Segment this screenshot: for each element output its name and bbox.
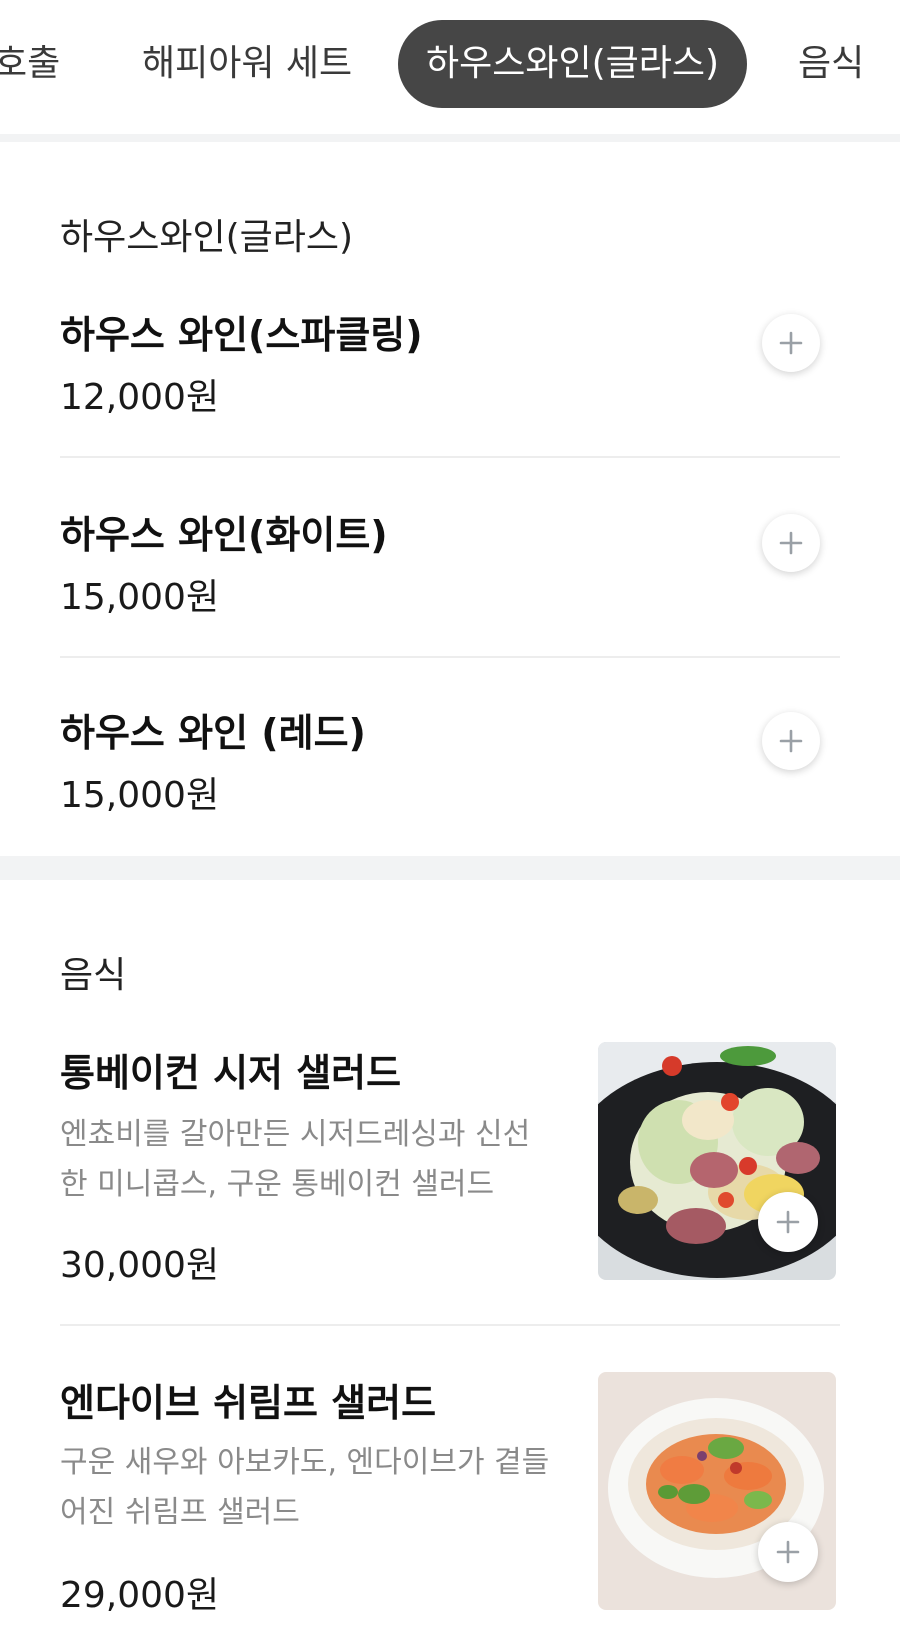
menu-item-price: 29,000원 <box>60 1575 220 1616</box>
tab-bar-divider <box>0 134 900 142</box>
plus-icon <box>779 729 803 753</box>
tab-food[interactable]: 음식 <box>798 20 864 108</box>
add-item-button[interactable] <box>762 314 820 372</box>
row-divider <box>60 1324 840 1326</box>
description-line: 엔쵸비를 갈아만든 시저드레싱과 신선 <box>60 1117 531 1152</box>
menu-item-price: 15,000원 <box>60 577 220 618</box>
category-tab-bar: 호출 해피아워 세트 하우스와인(글라스) 음식 <box>0 0 900 134</box>
plus-icon <box>776 1210 800 1234</box>
add-item-button[interactable] <box>762 514 820 572</box>
menu-item-description: 구운 새우와 아보카도, 엔다이브가 곁들 어진 쉬림프 샐러드 <box>60 1438 580 1538</box>
section-title-house-wine: 하우스와인(글라스) <box>60 217 354 258</box>
add-item-button[interactable] <box>758 1192 818 1252</box>
menu-item-price: 12,000원 <box>60 377 220 418</box>
menu-item-name[interactable]: 하우스 와인 (레드) <box>60 702 366 757</box>
tab-happy-hour-set[interactable]: 해피아워 세트 <box>142 20 352 108</box>
menu-item-name[interactable]: 하우스 와인(화이트) <box>60 504 388 559</box>
menu-item-name[interactable]: 통베이컨 시저 샐러드 <box>60 1042 401 1097</box>
row-divider <box>60 456 840 458</box>
tab-house-wine-glass[interactable]: 하우스와인(글라스) <box>398 20 748 108</box>
shrimp-salad-photo[interactable] <box>598 1372 836 1610</box>
section-separator <box>0 856 900 880</box>
tab-call[interactable]: 호출 <box>0 20 60 108</box>
plus-icon <box>776 1540 800 1564</box>
description-line: 구운 새우와 아보카도, 엔다이브가 곁들 <box>60 1445 550 1480</box>
plus-icon <box>779 331 803 355</box>
menu-item-price: 15,000원 <box>60 775 220 816</box>
add-item-button[interactable] <box>762 712 820 770</box>
menu-item-name[interactable]: 엔다이브 쉬림프 샐러드 <box>60 1372 436 1427</box>
row-divider <box>60 656 840 658</box>
menu-item-description: 엔쵸비를 갈아만든 시저드레싱과 신선 한 미니콥스, 구운 통베이컨 샐러드 <box>60 1110 580 1210</box>
description-line: 어진 쉬림프 샐러드 <box>60 1495 300 1530</box>
menu-item-name[interactable]: 하우스 와인(스파클링) <box>60 304 423 359</box>
add-item-button[interactable] <box>758 1522 818 1582</box>
description-line: 한 미니콥스, 구운 통베이컨 샐러드 <box>60 1167 495 1202</box>
menu-item-price: 30,000원 <box>60 1245 220 1286</box>
caesar-salad-photo[interactable] <box>598 1042 836 1280</box>
section-title-food: 음식 <box>60 955 127 996</box>
plus-icon <box>779 531 803 555</box>
